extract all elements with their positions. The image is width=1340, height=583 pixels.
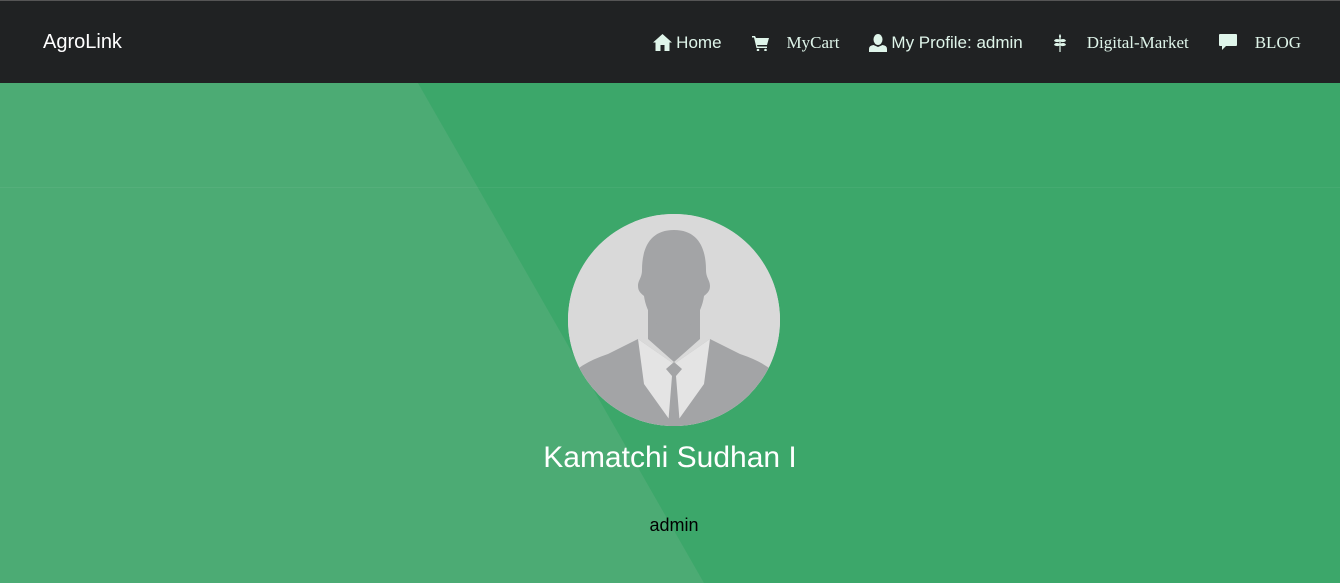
nav-links: Home MyCart My Profile: admin Digital-Ma… (653, 1, 1301, 84)
nav-label-home: Home (676, 32, 722, 52)
nav-item-home[interactable]: Home (653, 32, 722, 53)
nav-label-blog: BLOG (1254, 32, 1301, 52)
nav-item-blog[interactable]: BLOG (1218, 32, 1301, 53)
cart-icon (751, 35, 769, 51)
profile-hero: Kamatchi Sudhan I admin (0, 83, 1340, 583)
navbar: AgroLink Home MyCart My Profile: admin D… (0, 0, 1340, 83)
leaf-icon (1053, 33, 1067, 52)
hero-divider (0, 187, 1340, 188)
nav-item-mycart[interactable]: MyCart (751, 32, 840, 53)
nav-item-my-profile[interactable]: My Profile: admin (869, 32, 1023, 53)
nav-item-digital-market[interactable]: Digital-Market (1053, 33, 1189, 53)
nav-label-mycart: MyCart (786, 32, 840, 52)
home-icon (653, 34, 673, 51)
nav-label-digital-market: Digital-Market (1086, 32, 1189, 52)
brand-link[interactable]: AgroLink (43, 30, 122, 54)
avatar-placeholder-icon (568, 214, 780, 426)
profile-avatar (568, 214, 780, 426)
comment-icon (1218, 34, 1237, 51)
profile-role: admin (649, 515, 699, 535)
nav-label-my-profile: My Profile: admin (891, 32, 1023, 52)
user-icon (869, 33, 888, 52)
profile-name: Kamatchi Sudhan I (543, 441, 797, 474)
